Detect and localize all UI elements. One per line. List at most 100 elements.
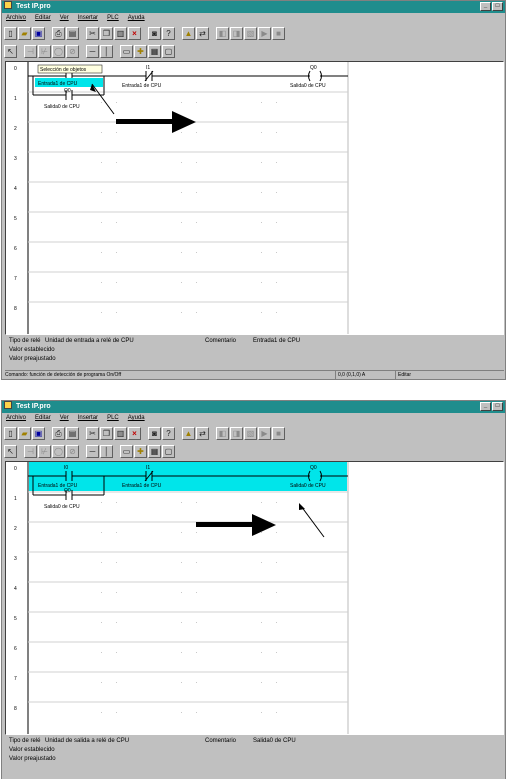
vertical-line-icon[interactable]: │: [100, 44, 113, 58]
run-icon[interactable]: ▶: [258, 26, 271, 40]
copy-icon[interactable]: ❐: [100, 426, 113, 440]
zoom-icon[interactable]: ✚: [134, 44, 147, 58]
window-icon[interactable]: ▢: [162, 444, 175, 458]
grid-icon[interactable]: ▦: [148, 44, 161, 58]
relay-type-label: Tipo de relé: [9, 738, 41, 744]
rung-number: 4: [14, 586, 17, 592]
select-arrow-icon[interactable]: ↖: [4, 444, 17, 458]
menu-archivo[interactable]: Archivo: [6, 13, 26, 24]
maximize-button[interactable]: □: [492, 402, 503, 411]
maximize-button[interactable]: □: [492, 2, 503, 11]
plc-offline-icon[interactable]: ◨: [230, 26, 243, 40]
menu-ver[interactable]: Ver: [60, 13, 69, 24]
rung-number: 7: [14, 676, 17, 682]
warning-icon[interactable]: ▲: [182, 26, 195, 40]
minimize-button[interactable]: _: [480, 402, 491, 411]
vertical-line-icon[interactable]: │: [100, 444, 113, 458]
ladder-diagram[interactable]: 0 1 2 3 4 5 6 7 8 Entrada1 de CPU I1 Ent…: [5, 61, 504, 335]
plc-online-icon[interactable]: ◧: [216, 26, 229, 40]
new-file-icon[interactable]: ▯: [4, 26, 17, 40]
rung-number: 2: [14, 526, 17, 532]
help-icon[interactable]: ?: [162, 426, 175, 440]
horizontal-line-icon[interactable]: ─: [86, 444, 99, 458]
menu-insertar[interactable]: Insertar: [78, 13, 98, 24]
app-icon: [4, 1, 12, 9]
transfer-icon[interactable]: ⇄: [196, 426, 209, 440]
menu-ver[interactable]: Ver: [60, 413, 69, 424]
contact-label[interactable]: Entrada1 de CPU: [122, 83, 162, 89]
warning-icon[interactable]: ▲: [182, 426, 195, 440]
print-icon[interactable]: ⎙: [52, 426, 65, 440]
coil-neg-icon[interactable]: ⊘: [66, 444, 79, 458]
plc-online-icon[interactable]: ◧: [216, 426, 229, 440]
save-icon[interactable]: ▣: [32, 26, 45, 40]
menu-ayuda[interactable]: Ayuda: [128, 13, 145, 24]
horizontal-line-icon[interactable]: ─: [86, 44, 99, 58]
contact-label[interactable]: Entrada1 de CPU: [38, 483, 78, 489]
cut-icon[interactable]: ✂: [86, 26, 99, 40]
find-icon[interactable]: ◙: [148, 426, 161, 440]
coil-icon[interactable]: ◯: [52, 44, 65, 58]
window-titlebar[interactable]: Test IP.pro _ □: [2, 401, 505, 413]
menu-bar: Archivo Editar Ver Insertar PLC Ayuda: [2, 413, 505, 424]
menu-ayuda[interactable]: Ayuda: [128, 413, 145, 424]
paste-icon[interactable]: ▥: [114, 426, 127, 440]
ladder-diagram[interactable]: 0 1 2 3 4 5 6 7 8 I0 Entrada1 de CPU I1 …: [5, 461, 504, 735]
minimize-button[interactable]: _: [480, 2, 491, 11]
delete-icon[interactable]: ×: [128, 26, 141, 40]
comment-label: Comentario: [205, 338, 237, 344]
coil-icon[interactable]: ◯: [52, 444, 65, 458]
plc-offline-icon[interactable]: ◨: [230, 426, 243, 440]
rung-number: 8: [14, 306, 17, 312]
menu-editar[interactable]: Editar: [35, 413, 51, 424]
contact-nc-icon[interactable]: ⊬: [38, 44, 51, 58]
contact-label[interactable]: Salida0 de CPU: [44, 104, 80, 110]
contact-no-icon[interactable]: ⊣: [24, 44, 37, 58]
ladder-toolbar: ↖ ⊣ ⊬ ◯ ⊘ ─ │ ▭ ✚ ▦ ▢: [4, 43, 175, 59]
contact-label[interactable]: Salida0 de CPU: [44, 504, 80, 510]
find-icon[interactable]: ◙: [148, 26, 161, 40]
cut-icon[interactable]: ✂: [86, 426, 99, 440]
open-folder-icon[interactable]: ▰: [18, 426, 31, 440]
coil-label[interactable]: Salida0 de CPU: [290, 483, 326, 489]
run-icon[interactable]: ▶: [258, 426, 271, 440]
properties-panel: Tipo de relé Unidad de salida a relé de …: [5, 737, 504, 779]
transfer-icon[interactable]: ⇄: [196, 26, 209, 40]
status-coords: 0,0 (0,1,0) A: [335, 371, 395, 379]
monitor-icon[interactable]: ▧: [244, 426, 257, 440]
comment-label: Comentario: [205, 738, 237, 744]
menu-plc[interactable]: PLC: [107, 13, 119, 24]
contact-label[interactable]: Entrada1 de CPU: [122, 483, 162, 489]
new-file-icon[interactable]: ▯: [4, 426, 17, 440]
zoom-icon[interactable]: ✚: [134, 444, 147, 458]
box-instruction-icon[interactable]: ▭: [120, 44, 133, 58]
box-instruction-icon[interactable]: ▭: [120, 444, 133, 458]
menu-plc[interactable]: PLC: [107, 413, 119, 424]
paste-icon[interactable]: ▥: [114, 26, 127, 40]
contact-label[interactable]: Entrada1 de CPU: [38, 81, 78, 87]
stop-icon[interactable]: ■: [272, 426, 285, 440]
print-icon[interactable]: ⎙: [52, 26, 65, 40]
open-folder-icon[interactable]: ▰: [18, 26, 31, 40]
menu-editar[interactable]: Editar: [35, 13, 51, 24]
help-icon[interactable]: ?: [162, 26, 175, 40]
window-icon[interactable]: ▢: [162, 44, 175, 58]
select-arrow-icon[interactable]: ↖: [4, 44, 17, 58]
copy-icon[interactable]: ❐: [100, 26, 113, 40]
coil-address: Q0: [310, 65, 317, 71]
coil-label[interactable]: Salida0 de CPU: [290, 83, 326, 89]
coil-neg-icon[interactable]: ⊘: [66, 44, 79, 58]
contact-no-icon[interactable]: ⊣: [24, 444, 37, 458]
menu-archivo[interactable]: Archivo: [6, 413, 26, 424]
contact-nc-icon[interactable]: ⊬: [38, 444, 51, 458]
rung-number: 7: [14, 276, 17, 282]
save-icon[interactable]: ▣: [32, 426, 45, 440]
window-titlebar[interactable]: Test IP.pro _ □: [2, 1, 505, 13]
monitor-icon[interactable]: ▧: [244, 26, 257, 40]
print-preview-icon[interactable]: ▤: [66, 26, 79, 40]
delete-icon[interactable]: ×: [128, 426, 141, 440]
stop-icon[interactable]: ■: [272, 26, 285, 40]
grid-icon[interactable]: ▦: [148, 444, 161, 458]
menu-insertar[interactable]: Insertar: [78, 413, 98, 424]
print-preview-icon[interactable]: ▤: [66, 426, 79, 440]
